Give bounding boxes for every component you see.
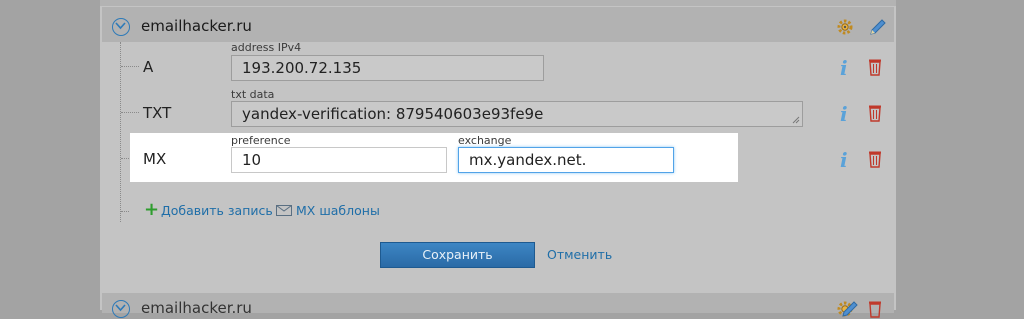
record-type-txt: TXT (143, 104, 172, 122)
cancel-link[interactable]: Отменить (547, 247, 612, 262)
tree-branch (121, 112, 139, 113)
pencil-icon[interactable] (868, 17, 888, 37)
trash-icon[interactable] (867, 300, 883, 318)
chevron-down-icon[interactable] (112, 18, 130, 36)
add-record-link[interactable]: Добавить запись (161, 203, 273, 218)
chevron-down-icon[interactable] (112, 300, 130, 318)
tree-line (120, 42, 121, 222)
info-icon[interactable]: i (840, 150, 848, 170)
trash-icon[interactable] (867, 104, 883, 122)
pencil-icon[interactable] (840, 299, 860, 319)
envelope-icon[interactable] (276, 205, 292, 216)
record-type-mx: MX (143, 150, 167, 168)
txt-data-field[interactable]: yandex-verification: 879540603e93fe9e (231, 101, 803, 127)
ipv4-field[interactable]: 193.200.72.135 (231, 55, 544, 81)
next-domain-name: emailhacker.ru (141, 299, 252, 317)
trash-icon[interactable] (867, 58, 883, 76)
tree-branch (121, 66, 139, 67)
tree-branch (121, 211, 129, 212)
resize-handle-icon[interactable] (792, 116, 800, 124)
preference-field[interactable]: 10 (231, 147, 447, 173)
save-button[interactable]: Сохранить (380, 242, 535, 268)
domain-name: emailhacker.ru (141, 17, 252, 35)
plus-icon[interactable]: + (144, 201, 159, 219)
exchange-field[interactable]: mx.yandex.net. (458, 147, 674, 173)
panel-top-edge (100, 0, 896, 6)
field-label-txt: txt data (231, 88, 275, 101)
field-label-ipv4: address IPv4 (231, 41, 302, 54)
txt-data-value: yandex-verification: 879540603e93fe9e (242, 105, 544, 123)
gear-icon[interactable] (836, 18, 854, 36)
field-label-exchange: exchange (458, 134, 512, 147)
field-label-preference: preference (231, 134, 291, 147)
mx-templates-link[interactable]: MX шаблоны (296, 203, 380, 218)
record-type-a: A (143, 58, 154, 76)
info-icon[interactable]: i (840, 104, 848, 124)
info-icon[interactable]: i (840, 58, 848, 78)
trash-icon[interactable] (867, 150, 883, 168)
